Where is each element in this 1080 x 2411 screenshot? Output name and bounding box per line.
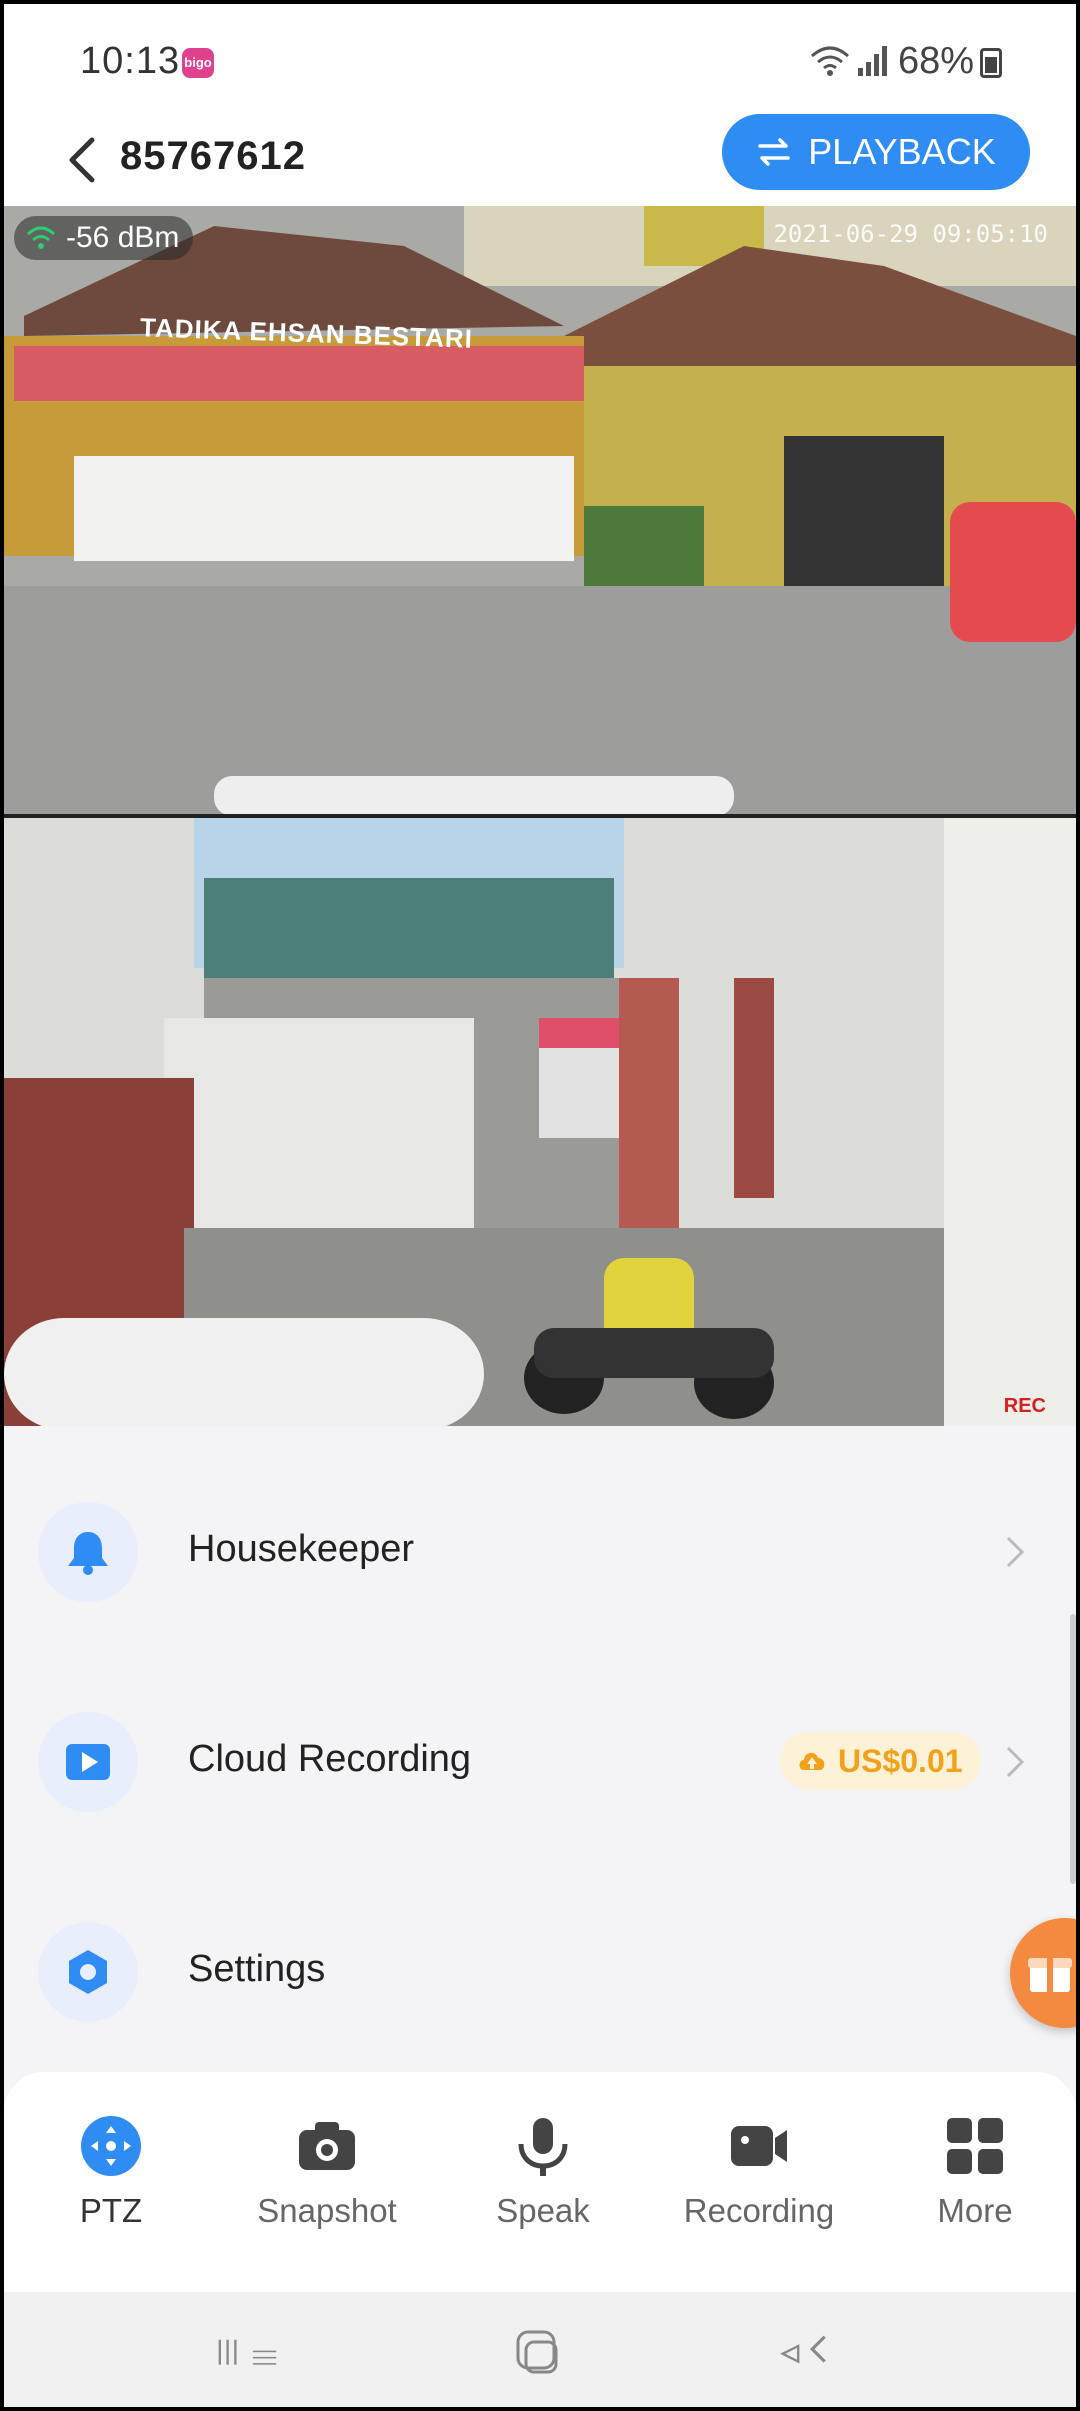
camera-timestamp: 2021-06-29 09:05:10 xyxy=(773,220,1048,248)
chevron-right-icon xyxy=(1006,1536,1025,1568)
battery-icon xyxy=(980,48,1002,78)
ptz-icon xyxy=(81,2116,141,2176)
menu-label: Cloud Recording xyxy=(188,1738,472,1780)
device-title: 85767612 xyxy=(120,134,306,178)
price-label: US$0.01 xyxy=(838,1743,963,1779)
tool-label: More xyxy=(937,2192,1013,2229)
home-icon[interactable] xyxy=(504,2326,574,2380)
microphone-icon xyxy=(518,2118,568,2176)
gear-icon xyxy=(69,1950,107,1994)
toolbar-more[interactable]: More xyxy=(870,2114,1076,2264)
grid-icon xyxy=(947,2118,1003,2174)
toolbar-speak[interactable]: Speak xyxy=(438,2114,648,2264)
tool-label: PTZ xyxy=(79,2192,143,2229)
chevron-right-icon xyxy=(1006,1746,1025,1778)
menu-item-settings[interactable]: Settings xyxy=(4,1912,1076,2032)
tool-label: Snapshot xyxy=(257,2192,397,2229)
app-screen: 10:13 bigo 68% 85767612 PLAYBACK TADIKA … xyxy=(4,4,1076,2407)
bell-icon xyxy=(68,1532,108,1575)
rec-indicator: REC xyxy=(1003,1395,1046,1417)
signal-strength: -56 dBm xyxy=(14,216,194,260)
tool-label: Recording xyxy=(683,2192,835,2229)
back-nav-icon[interactable] xyxy=(778,2326,848,2380)
cloud-recording-icon-wrap xyxy=(38,1712,138,1812)
toolbar-ptz[interactable]: PTZ xyxy=(6,2114,216,2264)
menu-item-cloud-recording[interactable]: Cloud Recording US$0.01 xyxy=(4,1702,1076,1822)
signal-dbm: -56 dBm xyxy=(66,221,180,254)
header: 85767612 PLAYBACK xyxy=(4,114,1076,212)
recents-icon[interactable] xyxy=(214,2326,284,2380)
battery-percentage: 68% xyxy=(898,40,975,82)
playback-label: PLAYBACK xyxy=(808,131,996,172)
camera-feed-2[interactable]: REC xyxy=(4,814,1076,1426)
settings-icon-wrap xyxy=(38,1922,138,2022)
menu-item-housekeeper[interactable]: Housekeeper xyxy=(4,1492,1076,1612)
toolbar-snapshot[interactable]: Snapshot xyxy=(222,2114,432,2264)
status-time: 10:13 xyxy=(80,40,181,82)
bottom-toolbar: PTZ Snapshot Speak Recording More xyxy=(4,2072,1076,2292)
menu-label: Settings xyxy=(188,1948,326,1990)
status-bar: 10:13 bigo 68% xyxy=(4,4,1076,114)
camera-icon xyxy=(299,2122,355,2170)
video-icon xyxy=(731,2126,787,2166)
camera-2-scene xyxy=(4,818,1076,1426)
cloud-upload-icon xyxy=(799,1752,825,1770)
signal-icon xyxy=(858,46,887,76)
cloud-price-badge: US$0.01 xyxy=(780,1732,981,1790)
camera-feed-1[interactable]: TADIKA EHSAN BESTARI -56 dBm 2021-06-29 … xyxy=(4,206,1076,814)
scroll-indicator xyxy=(1070,1614,1076,1884)
wifi-icon xyxy=(811,46,849,76)
camera-1-scene xyxy=(4,206,1076,814)
notification-badge: bigo xyxy=(182,48,214,78)
swap-arrows-icon xyxy=(758,138,791,166)
playback-button[interactable]: PLAYBACK xyxy=(722,114,1030,190)
wifi-signal-icon xyxy=(26,226,56,249)
play-icon xyxy=(66,1744,110,1780)
back-arrow-icon[interactable] xyxy=(60,132,110,188)
menu-label: Housekeeper xyxy=(188,1528,415,1570)
system-nav-bar xyxy=(4,2292,1076,2407)
gift-icon xyxy=(1028,1958,1072,1992)
toolbar-recording[interactable]: Recording xyxy=(654,2114,864,2264)
tool-label: Speak xyxy=(496,2192,590,2229)
housekeeper-icon-wrap xyxy=(38,1502,138,1602)
